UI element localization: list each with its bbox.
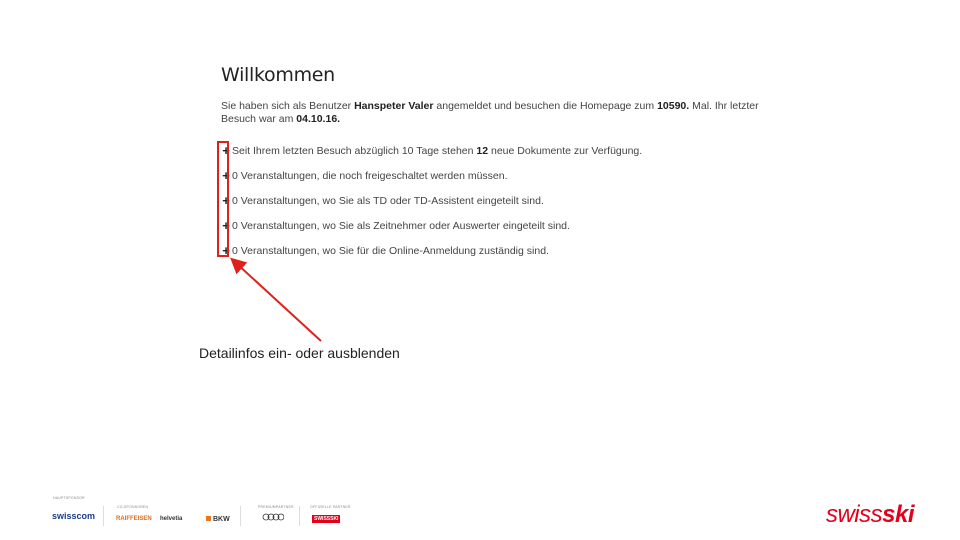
- swissski-brand-logo: swissski: [825, 501, 915, 529]
- sponsor-divider: [299, 506, 300, 526]
- sponsor-label-main: HAUPTSPONSOR: [53, 496, 85, 500]
- sponsor-divider: [240, 506, 241, 526]
- annotation-arrow: [230, 257, 322, 342]
- brand-swiss: swiss: [825, 501, 883, 528]
- sponsor-logo-helvetia: helvetia: [160, 516, 183, 522]
- sponsor-logo-audi: [262, 513, 285, 523]
- brand-ski: ski: [882, 501, 914, 528]
- bkw-mark-icon: [206, 516, 211, 521]
- sponsor-logo-bkw: BKW: [206, 516, 230, 523]
- sponsor-bar: HAUPTSPONSOR CO-SPONSOREN PREMIUMPARTNER…: [0, 490, 380, 540]
- sponsor-logo-swissski: SWISSSKI: [312, 515, 341, 523]
- audi-rings-icon: [262, 513, 285, 521]
- sponsor-label-co: CO-SPONSOREN: [117, 505, 149, 509]
- sponsor-label-official: OFFIZIELLE PARTNER: [310, 505, 351, 509]
- sponsor-divider: [103, 506, 104, 526]
- sponsor-logo-swisscom: swisscom: [52, 511, 96, 521]
- bkw-text: BKW: [213, 516, 230, 523]
- sponsor-label-premium: PREMIUMPARTNER: [258, 505, 294, 509]
- arrow-line: [230, 257, 322, 342]
- annotation-caption: Detailinfos ein- oder ausblenden: [199, 345, 400, 361]
- sponsor-logo-raiffeisen: RAIFFEISEN: [116, 516, 152, 522]
